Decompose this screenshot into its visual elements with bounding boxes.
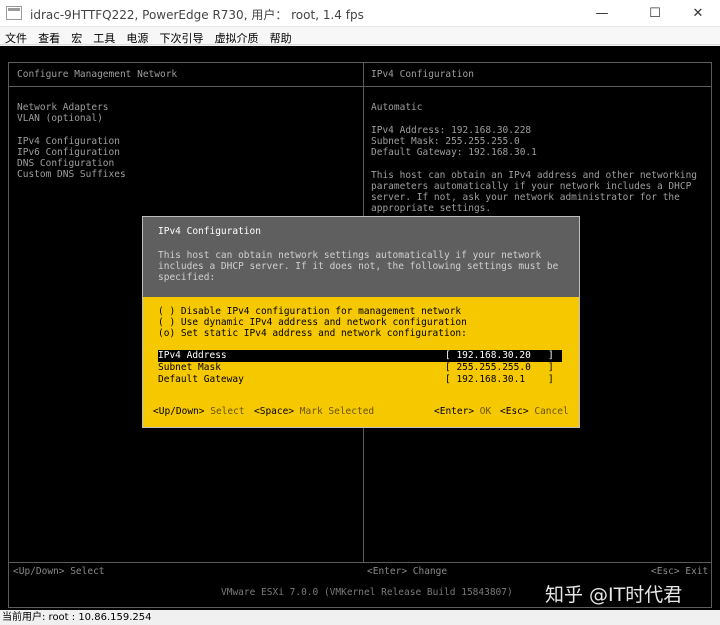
menu-file[interactable]: 文件 [2, 31, 30, 47]
header-divider [8, 86, 712, 87]
menu-custom-dns-suffixes[interactable]: Custom DNS Suffixes [17, 169, 126, 180]
status-bar: 当前用户: root : 10.86.159.254 [0, 610, 720, 625]
dialog-description: specified: [158, 272, 216, 283]
info-line: parameters automatically if your network… [371, 181, 692, 192]
watermark: 知乎 @IT时代君 [545, 584, 683, 606]
window-titlebar: idrac-9HTTFQ222, PowerEdge R730, 用户： roo… [0, 0, 720, 27]
dialog-title: IPv4 Configuration [158, 226, 261, 237]
ipv4-address-field[interactable]: IPv4 Address [ 192.168.30.20 ] [158, 350, 562, 362]
remote-console-screen[interactable]: Configure Management Network IPv4 Config… [0, 46, 720, 610]
esxi-version-footer: VMware ESXi 7.0.0 (VMKernel Release Buil… [221, 587, 513, 598]
field-value[interactable]: [ 192.168.30.20 ] [445, 350, 554, 362]
subnet-mask-field[interactable]: Subnet Mask [ 255.255.255.0 ] [158, 362, 562, 374]
option-static-ipv4[interactable]: (o) Set static IPv4 address and network … [158, 328, 467, 339]
info-line: This host can obtain an IPv4 address and… [371, 170, 698, 181]
menu-bar: 文件 查看 宏 工具 电源 下次引导 虚拟介质 帮助 [0, 27, 720, 45]
current-ipv4-address: IPv4 Address: 192.168.30.228 [371, 125, 532, 136]
menu-power[interactable]: 电源 [123, 31, 151, 47]
field-label: Default Gateway [158, 374, 244, 385]
field-label: IPv4 Address [158, 350, 227, 361]
info-line: server. If not, ask your network adminis… [371, 192, 680, 203]
current-default-gateway: Default Gateway: 192.168.30.1 [371, 147, 537, 158]
key-hint-cancel[interactable]: <Esc> Cancel [500, 406, 569, 417]
menu-tools[interactable]: 工具 [90, 31, 118, 47]
key-hint-select[interactable]: <Up/Down> Select [153, 406, 245, 417]
key-space-desc: Mark Selected [299, 406, 375, 417]
dialog-header: IPv4 Configuration This host can obtain … [143, 217, 579, 297]
help-select: <Up/Down> Select [13, 566, 105, 577]
footer-divider [8, 562, 712, 563]
info-line: appropriate settings. [371, 203, 492, 214]
dialog-description: includes a DHCP server. If it does not, … [158, 261, 559, 272]
menu-ipv4-configuration[interactable]: IPv4 Configuration [17, 136, 120, 147]
close-button[interactable]: ✕ [675, 0, 720, 27]
help-exit: <Esc> Exit [651, 566, 709, 577]
key-esc-desc: Cancel [534, 406, 569, 417]
menu-dns-configuration[interactable]: DNS Configuration [17, 158, 114, 169]
option-disable-ipv4[interactable]: ( ) Disable IPv4 configuration for manag… [158, 306, 461, 317]
current-user-status: 当前用户: root : 10.86.159.254 [2, 612, 152, 623]
key-hint-mark[interactable]: <Space> Mark Selected [254, 406, 374, 417]
field-value[interactable]: [ 255.255.255.0 ] [445, 362, 554, 374]
menu-next-boot[interactable]: 下次引导 [156, 31, 206, 47]
key-updown-desc: Select [210, 406, 245, 417]
key-space: <Space> [254, 406, 295, 417]
menu-vlan[interactable]: VLAN (optional) [17, 113, 103, 124]
app-window-icon [6, 6, 22, 20]
minimize-button[interactable]: — [579, 0, 625, 27]
dialog-description: This host can obtain network settings au… [158, 250, 542, 261]
option-dynamic-ipv4[interactable]: ( ) Use dynamic IPv4 address and network… [158, 317, 467, 328]
key-enter: <Enter> [434, 406, 475, 417]
maximize-button[interactable]: ☐ [632, 0, 678, 27]
help-change: <Enter> Change [367, 566, 448, 577]
left-panel-title: Configure Management Network [17, 69, 178, 80]
menu-view[interactable]: 查看 [35, 31, 63, 47]
current-subnet-mask: Subnet Mask: 255.255.255.0 [371, 136, 520, 147]
ipv4-mode: Automatic [371, 102, 423, 113]
menu-help[interactable]: 帮助 [267, 31, 295, 47]
field-label: Subnet Mask [158, 362, 221, 373]
key-enter-desc: OK [479, 406, 492, 417]
menu-ipv6-configuration[interactable]: IPv6 Configuration [17, 147, 120, 158]
key-updown: <Up/Down> [153, 406, 205, 417]
menu-network-adapters[interactable]: Network Adapters [17, 102, 109, 113]
right-panel-title: IPv4 Configuration [371, 69, 474, 80]
key-esc: <Esc> [500, 406, 529, 417]
default-gateway-field[interactable]: Default Gateway [ 192.168.30.1 ] [158, 374, 562, 386]
field-value[interactable]: [ 192.168.30.1 ] [445, 374, 554, 386]
menu-macro[interactable]: 宏 [68, 31, 85, 47]
window-title: idrac-9HTTFQ222, PowerEdge R730, 用户： roo… [30, 8, 364, 22]
key-hint-ok[interactable]: <Enter> OK [434, 406, 491, 417]
ipv4-configuration-dialog: IPv4 Configuration This host can obtain … [142, 216, 580, 428]
menu-virtual-media[interactable]: 虚拟介质 [212, 31, 262, 47]
